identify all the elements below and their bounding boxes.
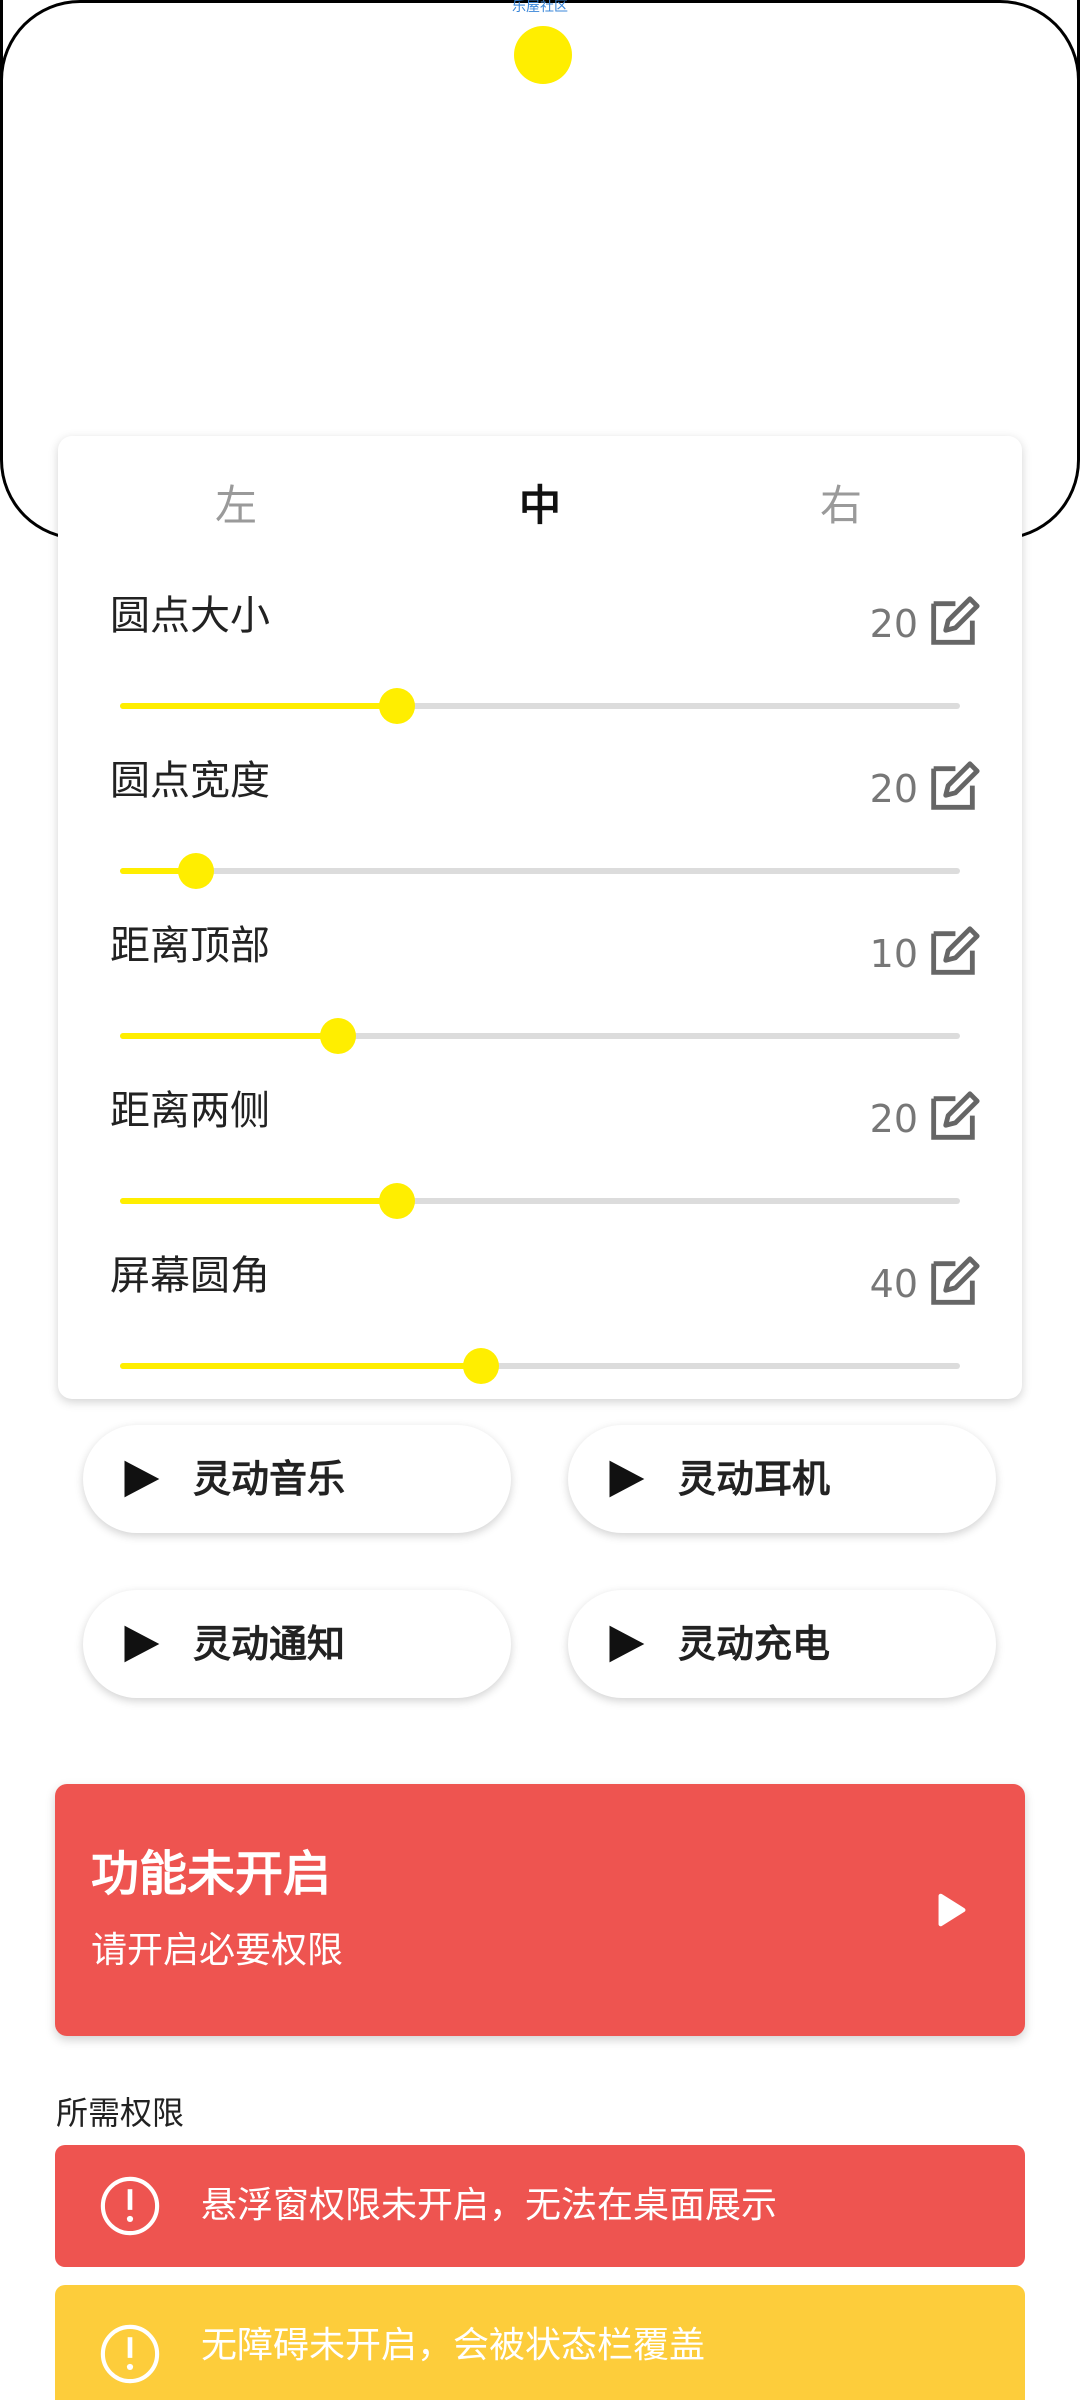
- slider-thumb[interactable]: [379, 688, 416, 724]
- app-screen: 乐屋社区 左 中 右 圆点大小 20 圆点宽度 20 距离顶部 10 距离两侧 …: [0, 0, 1080, 2400]
- position-tabs: 左 中 右: [58, 476, 1022, 536]
- slider-screen-radius[interactable]: [120, 1346, 960, 1386]
- permission-text: 无障碍未开启，会被状态栏覆盖: [201, 2325, 706, 2366]
- slider-dot-size[interactable]: [120, 686, 960, 726]
- preview-top-text: 乐屋社区: [512, 0, 568, 15]
- alert-icon: [100, 2324, 160, 2384]
- slider-top-distance[interactable]: [120, 1016, 960, 1056]
- setting-label: 圆点大小: [110, 593, 270, 639]
- play-icon: [609, 1625, 645, 1663]
- setting-value: 20: [869, 1097, 918, 1141]
- setting-dot-size: 圆点大小 20: [58, 586, 1022, 746]
- setting-value: 20: [869, 767, 918, 811]
- play-icon: [124, 1625, 160, 1663]
- slider-thumb[interactable]: [320, 1018, 357, 1054]
- setting-side-distance: 距离两侧 20: [58, 1081, 1022, 1241]
- setting-value: 40: [869, 1262, 918, 1306]
- permission-text: 悬浮窗权限未开启，无法在桌面展示: [201, 2185, 778, 2226]
- tab-right[interactable]: 右: [781, 476, 901, 536]
- slider-thumb[interactable]: [177, 853, 214, 889]
- slider-track: [120, 868, 960, 874]
- accessibility-permission-item[interactable]: 无障碍未开启，会被状态栏覆盖: [55, 2285, 1025, 2400]
- button-label: 灵动通知: [193, 1622, 346, 1666]
- setting-dot-width: 圆点宽度 20: [58, 751, 1022, 911]
- edit-icon[interactable]: [924, 1254, 982, 1312]
- music-effect-button[interactable]: 灵动音乐: [83, 1425, 511, 1533]
- button-label: 灵动耳机: [678, 1457, 831, 1501]
- edit-icon[interactable]: [924, 759, 982, 817]
- slider-fill: [120, 703, 398, 709]
- slider-fill: [120, 1033, 339, 1039]
- edit-icon[interactable]: [924, 594, 982, 652]
- setting-value: 20: [869, 602, 918, 646]
- play-icon: [124, 1460, 160, 1498]
- setting-label: 圆点宽度: [110, 758, 270, 804]
- slider-side-distance[interactable]: [120, 1181, 960, 1221]
- alert-icon: [100, 2176, 160, 2236]
- status-title: 功能未开启: [91, 1846, 332, 1902]
- setting-label: 距离顶部: [110, 923, 270, 969]
- chevron-right-icon: [938, 1893, 966, 1927]
- edit-icon[interactable]: [924, 924, 982, 982]
- earphone-effect-button[interactable]: 灵动耳机: [568, 1425, 996, 1533]
- overlay-permission-item[interactable]: 悬浮窗权限未开启，无法在桌面展示: [55, 2145, 1025, 2267]
- slider-thumb[interactable]: [379, 1183, 416, 1219]
- slider-fill: [120, 1198, 398, 1204]
- setting-label: 屏幕圆角: [110, 1253, 270, 1299]
- tab-left[interactable]: 左: [176, 476, 296, 536]
- setting-screen-radius: 屏幕圆角 40: [58, 1246, 1022, 1406]
- permissions-heading: 所需权限: [56, 2094, 185, 2132]
- feature-status-banner[interactable]: 功能未开启 请开启必要权限: [55, 1784, 1025, 2036]
- button-label: 灵动音乐: [193, 1457, 346, 1501]
- island-dot-preview: [514, 26, 572, 84]
- slider-dot-width[interactable]: [120, 851, 960, 891]
- edit-icon[interactable]: [924, 1089, 982, 1147]
- play-icon: [609, 1460, 645, 1498]
- slider-fill: [120, 1363, 482, 1369]
- setting-top-distance: 距离顶部 10: [58, 916, 1022, 1076]
- slider-thumb[interactable]: [463, 1348, 500, 1384]
- status-subtitle: 请开启必要权限: [91, 1930, 344, 1971]
- button-label: 灵动充电: [678, 1622, 831, 1666]
- setting-label: 距离两侧: [110, 1088, 270, 1134]
- tab-center[interactable]: 中: [480, 476, 600, 536]
- setting-value: 10: [869, 932, 918, 976]
- settings-card: 左 中 右 圆点大小 20 圆点宽度 20 距离顶部 10 距离两侧 20 屏幕…: [58, 436, 1022, 1399]
- charging-effect-button[interactable]: 灵动充电: [568, 1590, 996, 1698]
- notification-effect-button[interactable]: 灵动通知: [83, 1590, 511, 1698]
